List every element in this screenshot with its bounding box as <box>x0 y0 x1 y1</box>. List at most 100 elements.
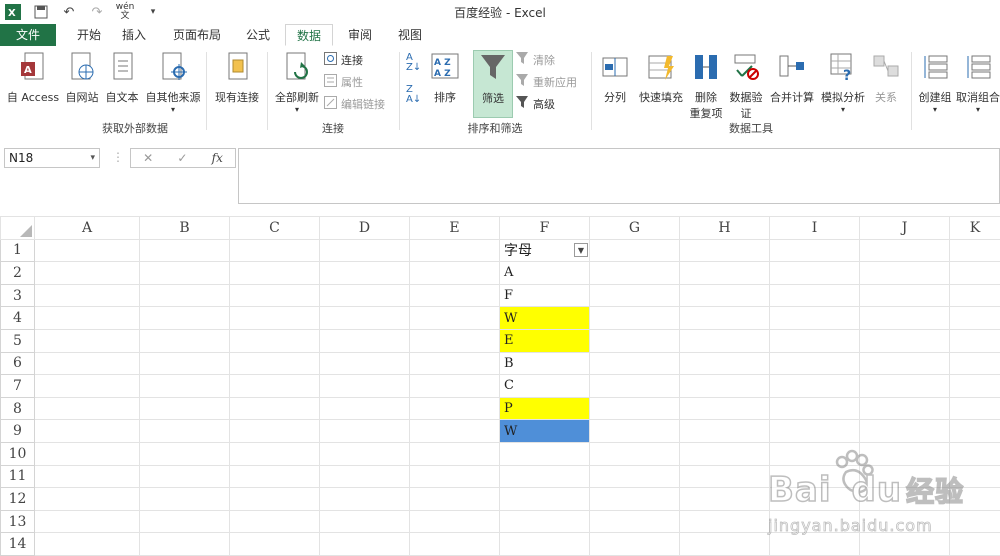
cell-h1[interactable] <box>679 238 770 263</box>
cell-k7[interactable] <box>949 374 1000 398</box>
cell-e7[interactable] <box>409 374 500 398</box>
cell-e13[interactable] <box>409 509 500 534</box>
cell-c7[interactable] <box>229 374 320 398</box>
filter-dropdown-icon[interactable]: ▼ <box>574 243 588 258</box>
tab-review[interactable]: 审阅 <box>340 24 380 46</box>
cell-g9[interactable] <box>589 419 680 443</box>
cell-c3[interactable] <box>229 283 320 308</box>
cell-h3[interactable] <box>679 283 770 308</box>
cell-g2[interactable] <box>589 261 680 285</box>
cell-a4[interactable] <box>34 306 140 330</box>
cell-j2[interactable] <box>859 261 950 285</box>
cell-a6[interactable] <box>34 351 140 376</box>
cell-b6[interactable] <box>139 351 230 376</box>
cell-i4[interactable] <box>769 306 860 330</box>
cell-c1[interactable] <box>229 238 320 263</box>
cell-b10[interactable] <box>139 441 230 466</box>
cell-c8[interactable] <box>229 396 320 421</box>
cell-k9[interactable] <box>949 419 1000 443</box>
sort-button[interactable]: A ZA Z 排序 <box>428 52 462 105</box>
cell-a7[interactable] <box>34 374 140 398</box>
name-box[interactable]: N18 ▾ <box>4 148 100 168</box>
cell-d1[interactable] <box>319 238 410 263</box>
sort-descending-button[interactable]: Z A↓ <box>406 85 421 105</box>
column-header-a[interactable]: A <box>34 216 140 240</box>
cell-f14[interactable] <box>499 532 590 556</box>
cell-k2[interactable] <box>949 261 1000 285</box>
cell-c2[interactable] <box>229 261 320 285</box>
cell-e14[interactable] <box>409 532 500 556</box>
cell-c5[interactable] <box>229 328 320 353</box>
cell-a8[interactable] <box>34 396 140 421</box>
cell-f1[interactable]: 字母 ▼ <box>499 238 590 263</box>
cell-e3[interactable] <box>409 283 500 308</box>
cell-g13[interactable] <box>589 509 680 534</box>
cell-a14[interactable] <box>34 532 140 556</box>
cancel-icon[interactable]: ✕ <box>143 151 153 165</box>
cell-i1[interactable] <box>769 238 860 263</box>
existing-connections-button[interactable]: 现有连接 <box>208 52 266 105</box>
column-header-c[interactable]: C <box>229 216 320 240</box>
column-header-g[interactable]: G <box>589 216 680 240</box>
cell-d6[interactable] <box>319 351 410 376</box>
from-web-button[interactable]: 自网站 <box>62 52 102 105</box>
cell-k5[interactable] <box>949 328 1000 353</box>
row-header-2[interactable]: 2 <box>0 261 35 285</box>
row-header-8[interactable]: 8 <box>0 396 35 421</box>
filter-button[interactable]: 筛选 <box>473 50 513 118</box>
cell-i2[interactable] <box>769 261 860 285</box>
cell-d11[interactable] <box>319 464 410 489</box>
column-header-b[interactable]: B <box>139 216 230 240</box>
tab-page-layout[interactable]: 页面布局 <box>166 24 228 46</box>
cell-c4[interactable] <box>229 306 320 330</box>
what-if-analysis-button[interactable]: ? 模拟分析 ▾ <box>818 52 868 114</box>
row-header-14[interactable]: 14 <box>0 532 35 556</box>
cell-b4[interactable] <box>139 306 230 330</box>
cell-b12[interactable] <box>139 487 230 511</box>
sort-ascending-button[interactable]: A Z↓ <box>406 53 421 73</box>
cell-f2[interactable]: A <box>499 261 590 285</box>
cell-g1[interactable] <box>589 238 680 263</box>
cell-b9[interactable] <box>139 419 230 443</box>
cell-b8[interactable] <box>139 396 230 421</box>
cell-k3[interactable] <box>949 283 1000 308</box>
row-header-4[interactable]: 4 <box>0 306 35 330</box>
cell-d5[interactable] <box>319 328 410 353</box>
cell-f7[interactable]: C <box>499 374 590 398</box>
tab-view[interactable]: 视图 <box>390 24 430 46</box>
cell-i5[interactable] <box>769 328 860 353</box>
tab-formulas[interactable]: 公式 <box>238 24 278 46</box>
cell-h4[interactable] <box>679 306 770 330</box>
cell-g7[interactable] <box>589 374 680 398</box>
row-header-9[interactable]: 9 <box>0 419 35 443</box>
connections-button[interactable]: 连接 <box>324 51 363 70</box>
cell-c11[interactable] <box>229 464 320 489</box>
cell-i3[interactable] <box>769 283 860 308</box>
refresh-all-button[interactable]: 全部刷新 ▾ <box>270 52 324 114</box>
cell-e6[interactable] <box>409 351 500 376</box>
cell-g12[interactable] <box>589 487 680 511</box>
cell-g6[interactable] <box>589 351 680 376</box>
formula-input[interactable] <box>238 148 1000 204</box>
cell-j6[interactable] <box>859 351 950 376</box>
consolidate-button[interactable]: 合并计算 <box>768 52 816 105</box>
cell-c14[interactable] <box>229 532 320 556</box>
cell-a13[interactable] <box>34 509 140 534</box>
flash-fill-button[interactable]: 快速填充 <box>636 52 686 105</box>
cell-h2[interactable] <box>679 261 770 285</box>
cell-j9[interactable] <box>859 419 950 443</box>
cell-k4[interactable] <box>949 306 1000 330</box>
cell-f10[interactable] <box>499 441 590 466</box>
cell-i8[interactable] <box>769 396 860 421</box>
cell-b3[interactable] <box>139 283 230 308</box>
cell-c9[interactable] <box>229 419 320 443</box>
cell-h7[interactable] <box>679 374 770 398</box>
cell-e4[interactable] <box>409 306 500 330</box>
cell-g8[interactable] <box>589 396 680 421</box>
remove-duplicates-button[interactable]: 删除 重复项 <box>688 52 724 121</box>
cell-g3[interactable] <box>589 283 680 308</box>
cell-d10[interactable] <box>319 441 410 466</box>
cell-i9[interactable] <box>769 419 860 443</box>
from-other-sources-button[interactable]: 自其他来源 ▾ <box>142 52 204 114</box>
insert-function-icon[interactable]: fx <box>212 151 223 165</box>
